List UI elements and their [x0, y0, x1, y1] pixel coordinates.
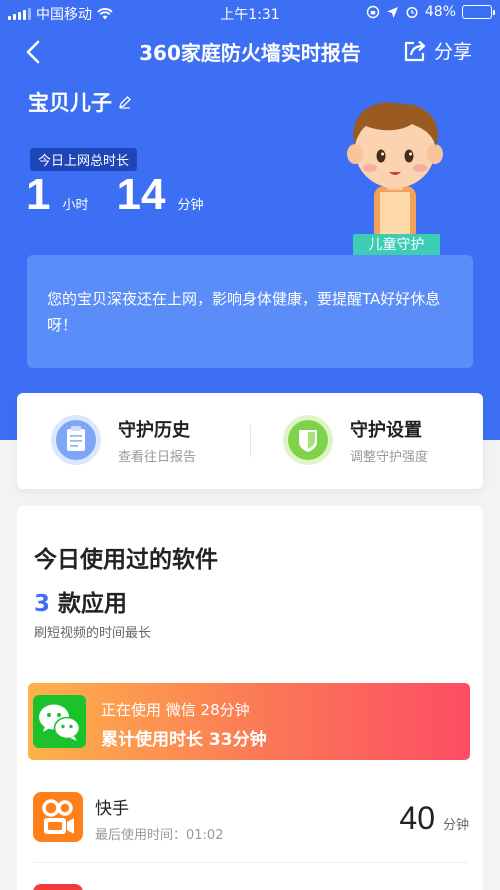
row-divider — [33, 862, 467, 863]
child-mascot-illustration — [347, 102, 443, 242]
edit-pencil-icon[interactable] — [118, 95, 132, 109]
current-app-banner[interactable]: 正在使用 微信 28分钟 累计使用时长 33分钟 — [28, 683, 470, 760]
guard-history-title: 守护历史 — [118, 419, 190, 441]
status-bar: 中国移动 上午1:31 48% — [0, 0, 500, 26]
shield-icon — [283, 415, 333, 465]
guard-history-button[interactable]: 守护历史 查看往日报告 — [51, 415, 196, 465]
wechat-icon — [33, 695, 86, 748]
usage-label: 今日上网总时长 — [30, 148, 138, 171]
current-app-total: 累计使用时长 33分钟 — [101, 730, 267, 750]
guard-settings-button[interactable]: 守护设置 调整守护强度 — [283, 415, 428, 465]
app-last-used: 最后使用时间：01:02 — [95, 828, 224, 843]
alarm-icon — [406, 6, 418, 19]
share-label: 分享 — [433, 41, 472, 63]
kuaishou-icon — [33, 792, 83, 842]
app-duration-unit: 分钟 — [442, 818, 469, 833]
guard-divider — [250, 425, 251, 457]
share-button[interactable]: 分享 — [402, 37, 472, 64]
usage-duration: 1 小时 14 分钟 — [26, 170, 231, 220]
app-row[interactable]: 快手 最后使用时间：01:02 40 分钟 — [17, 784, 483, 864]
battery-icon — [462, 5, 495, 19]
apps-subtitle: 刷短视频的时间最长 — [34, 626, 152, 641]
usage-minutes: 14 — [116, 170, 166, 219]
guard-card: 守护历史 查看往日报告 守护设置 调整守护强度 — [17, 393, 483, 489]
rotation-lock-icon — [366, 5, 380, 19]
usage-minutes-unit: 分钟 — [177, 198, 204, 213]
guard-settings-subtitle: 调整守护强度 — [350, 449, 429, 465]
share-icon — [404, 40, 426, 61]
nav-bar: 360家庭防火墙实时报告 分享 — [0, 28, 500, 74]
apps-count-number: 3 — [34, 591, 51, 617]
child-name[interactable]: 宝贝儿子 — [28, 87, 132, 117]
guard-settings-title: 守护设置 — [350, 419, 422, 441]
apps-card: 今日使用过的软件 3 款应用 刷短视频的时间最长 正在使用 微信 28分钟 累计使… — [17, 506, 483, 890]
late-night-alert: 您的宝贝深夜还在上网，影响身体健康，要提醒TA好好休息呀！ — [27, 255, 473, 368]
apps-count-suffix: 款应用 — [58, 591, 128, 617]
app-duration-value: 40 — [399, 800, 435, 836]
app-name: 快手 — [95, 799, 129, 819]
apps-count: 3 款应用 — [34, 584, 127, 618]
usage-hours-unit: 小时 — [62, 198, 89, 213]
child-name-text: 宝贝儿子 — [28, 91, 112, 115]
child-guard-badge: 儿童守护 — [353, 234, 440, 256]
clipboard-icon — [51, 415, 101, 465]
app-duration: 40 分钟 — [399, 800, 469, 837]
current-app-status: 正在使用 微信 28分钟 — [101, 701, 250, 719]
usage-hours: 1 — [26, 170, 51, 219]
guard-history-subtitle: 查看往日报告 — [118, 449, 197, 465]
apps-section-title: 今日使用过的软件 — [34, 547, 218, 573]
location-icon — [386, 6, 398, 18]
next-app-icon — [33, 884, 83, 890]
battery-percent: 48% — [424, 4, 456, 20]
